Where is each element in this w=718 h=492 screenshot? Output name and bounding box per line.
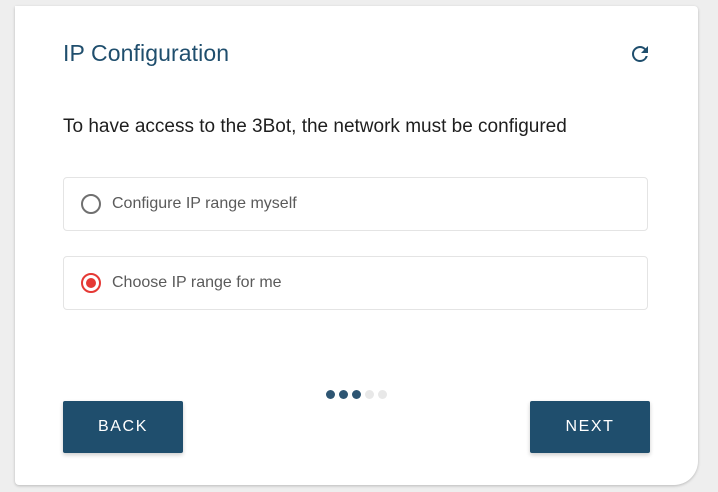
next-button[interactable]: NEXT	[530, 401, 650, 453]
radio-button-checked[interactable]	[81, 273, 101, 293]
instruction-text: To have access to the 3Bot, the network …	[63, 116, 567, 137]
radio-button-unchecked[interactable]	[81, 194, 101, 214]
option-choose-ip-for-me[interactable]: Choose IP range for me	[63, 256, 648, 310]
card-title: IP Configuration	[63, 40, 230, 66]
step-dot-completed	[339, 390, 348, 399]
ip-configuration-card: IP Configuration To have access to the 3…	[15, 6, 698, 485]
step-dot-completed	[352, 390, 361, 399]
option-label: Choose IP range for me	[112, 274, 282, 291]
back-button[interactable]: BACK	[63, 401, 183, 453]
refresh-button[interactable]	[626, 40, 654, 68]
refresh-icon	[632, 46, 648, 62]
option-configure-ip-myself[interactable]: Configure IP range myself	[63, 177, 648, 231]
option-label: Configure IP range myself	[112, 195, 297, 212]
step-dot-completed	[326, 390, 335, 399]
step-dot	[365, 390, 374, 399]
step-dot	[378, 390, 387, 399]
step-indicator	[326, 390, 387, 399]
